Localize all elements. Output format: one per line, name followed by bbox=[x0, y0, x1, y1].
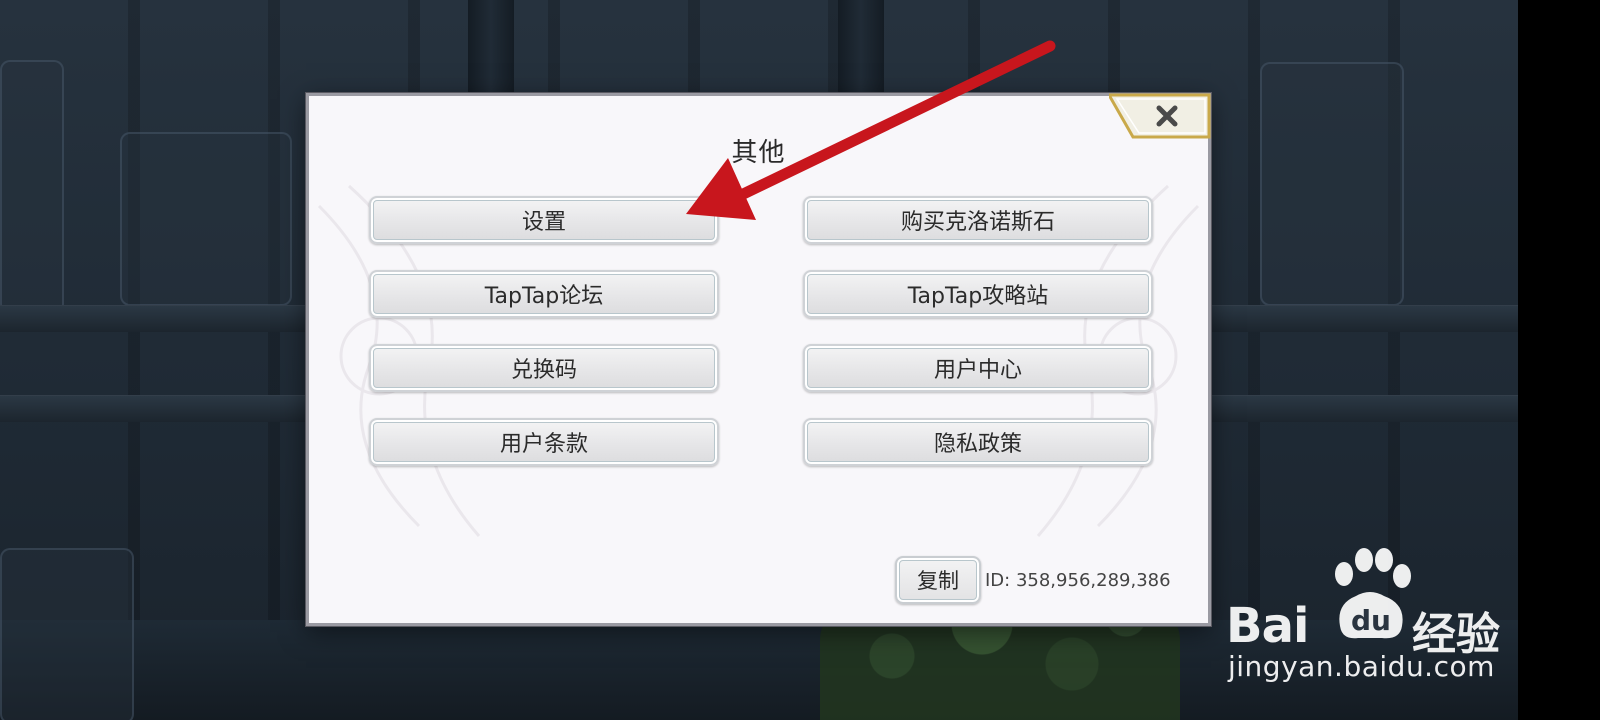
baidu-paw-text: du bbox=[1351, 604, 1391, 637]
background-panel bbox=[0, 548, 134, 720]
redeem-code-button[interactable]: 兑换码 bbox=[369, 344, 719, 392]
background-panel bbox=[1260, 62, 1404, 306]
baidu-brand-latin: Bai bbox=[1226, 598, 1309, 654]
baidu-url: jingyan.baidu.com bbox=[1228, 650, 1495, 683]
settings-button[interactable]: 设置 bbox=[369, 196, 719, 244]
baidu-paw-icon: du bbox=[1335, 548, 1411, 639]
player-id-text: ID: 358,956,289,386 bbox=[985, 570, 1171, 591]
game-screen: 其他 设置 购买克洛诺斯石 TapTap论坛 TapTap攻略站 兑换码 用户中… bbox=[0, 0, 1600, 720]
taptap-forum-button[interactable]: TapTap论坛 bbox=[369, 270, 719, 318]
close-x-icon bbox=[1109, 93, 1211, 139]
taptap-guide-button[interactable]: TapTap攻略站 bbox=[803, 270, 1153, 318]
user-terms-button[interactable]: 用户条款 bbox=[369, 418, 719, 466]
user-center-button[interactable]: 用户中心 bbox=[803, 344, 1153, 392]
privacy-policy-button[interactable]: 隐私政策 bbox=[803, 418, 1153, 466]
dialog-title: 其他 bbox=[731, 138, 786, 168]
buy-chronos-stone-button[interactable]: 购买克洛诺斯石 bbox=[803, 196, 1153, 244]
copy-id-button[interactable]: 复制 bbox=[895, 556, 981, 604]
close-button[interactable] bbox=[1109, 93, 1211, 139]
screen-edge-bar bbox=[1518, 0, 1600, 720]
other-dialog: 其他 设置 购买克洛诺斯石 TapTap论坛 TapTap攻略站 兑换码 用户中… bbox=[306, 93, 1211, 626]
background-panel bbox=[0, 60, 64, 314]
background-panel bbox=[120, 132, 292, 306]
